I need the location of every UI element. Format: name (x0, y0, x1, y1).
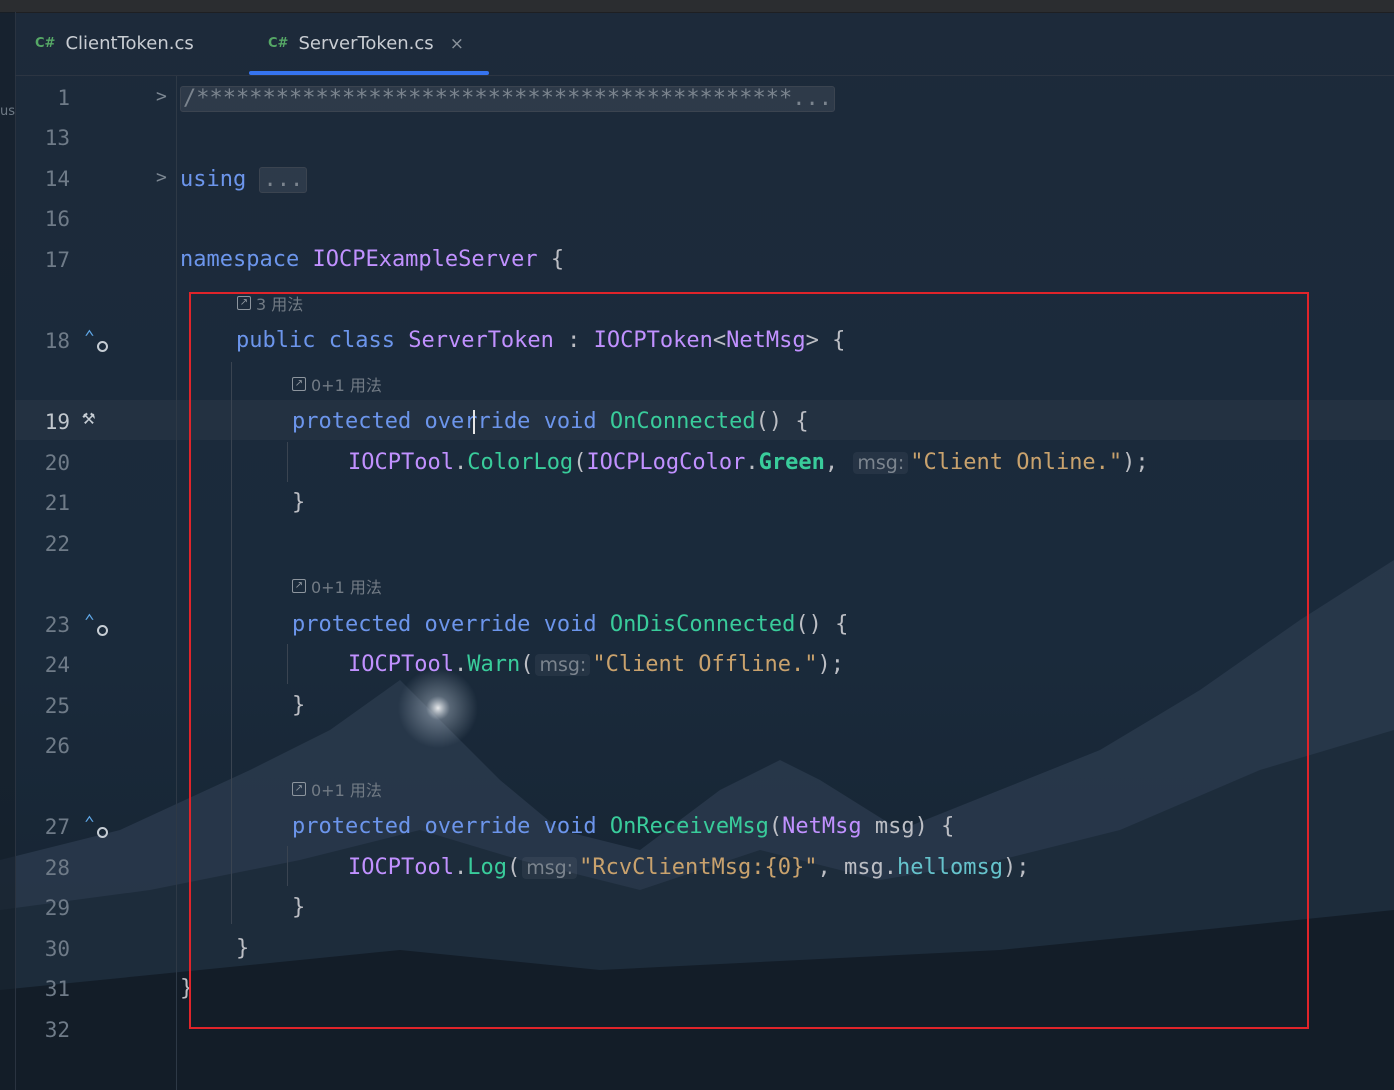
implements-arrow-icon[interactable]: ⌃ (84, 611, 95, 632)
highlight-annotation-box (189, 292, 1309, 1029)
code-line[interactable]: 16 (0, 199, 1394, 239)
line-number: 29 (44, 896, 70, 920)
implementation-marker-icon[interactable] (97, 625, 108, 636)
line-number: 25 (44, 694, 70, 718)
using-directive[interactable]: using ... (180, 167, 308, 193)
code-line[interactable]: 14 > using ... (0, 159, 1394, 199)
line-number: 20 (44, 451, 70, 475)
line-number: 26 (44, 734, 70, 758)
folded-comment[interactable]: /***************************************… (180, 86, 836, 112)
fold-expand-icon[interactable]: > (156, 167, 167, 188)
tab-client-token[interactable]: C# ClientToken.cs (35, 12, 194, 75)
keyword: namespace (180, 247, 300, 272)
line-number: 18 (44, 329, 70, 353)
line-number: 16 (44, 207, 70, 231)
line-number: 23 (44, 613, 70, 637)
implements-arrow-icon[interactable]: ⌃ (84, 327, 95, 348)
tab-label: ServerToken.cs (298, 33, 434, 54)
comment-text: /***************************************… (183, 86, 793, 111)
line-number: 32 (44, 1018, 70, 1042)
active-tab-indicator (249, 71, 489, 75)
line-number: 24 (44, 653, 70, 677)
code-line[interactable]: 1 > /***********************************… (0, 78, 1394, 118)
editor-tab-bar: C# ClientToken.cs C# ServerToken.cs × (15, 12, 1394, 76)
line-number: 19 (44, 410, 70, 434)
csharp-file-icon: C# (268, 36, 289, 51)
fold-expand-icon[interactable]: > (156, 86, 167, 107)
line-number: 1 (57, 86, 70, 110)
line-number: 22 (44, 532, 70, 556)
line-number: 30 (44, 937, 70, 961)
implements-arrow-icon[interactable]: ⌃ (84, 813, 95, 834)
line-number: 13 (44, 126, 70, 150)
code-line[interactable]: 17 namespace IOCPExampleServer { (0, 240, 1394, 280)
brace: { (550, 247, 565, 272)
close-tab-icon[interactable]: × (450, 34, 464, 54)
ellipsis: ... (792, 86, 833, 111)
line-number: 31 (44, 977, 70, 1001)
folded-imports[interactable]: ... (259, 167, 308, 193)
line-number: 27 (44, 815, 70, 839)
tab-server-token[interactable]: C# ServerToken.cs × (268, 12, 464, 75)
line-number: 21 (44, 491, 70, 515)
tab-label: ClientToken.cs (65, 33, 194, 54)
implementation-marker-icon[interactable] (97, 827, 108, 838)
csharp-file-icon: C# (35, 36, 56, 51)
line-number: 28 (44, 856, 70, 880)
line-number: 14 (44, 167, 70, 191)
keyword: using (180, 167, 247, 192)
implementation-marker-icon[interactable] (97, 341, 108, 352)
hammer-icon[interactable]: ⚒ (82, 405, 95, 430)
line-number: 17 (44, 248, 70, 272)
namespace-name: IOCPExampleServer (312, 247, 538, 272)
namespace-declaration[interactable]: namespace IOCPExampleServer { (180, 248, 564, 272)
code-line[interactable]: 13 (0, 118, 1394, 158)
